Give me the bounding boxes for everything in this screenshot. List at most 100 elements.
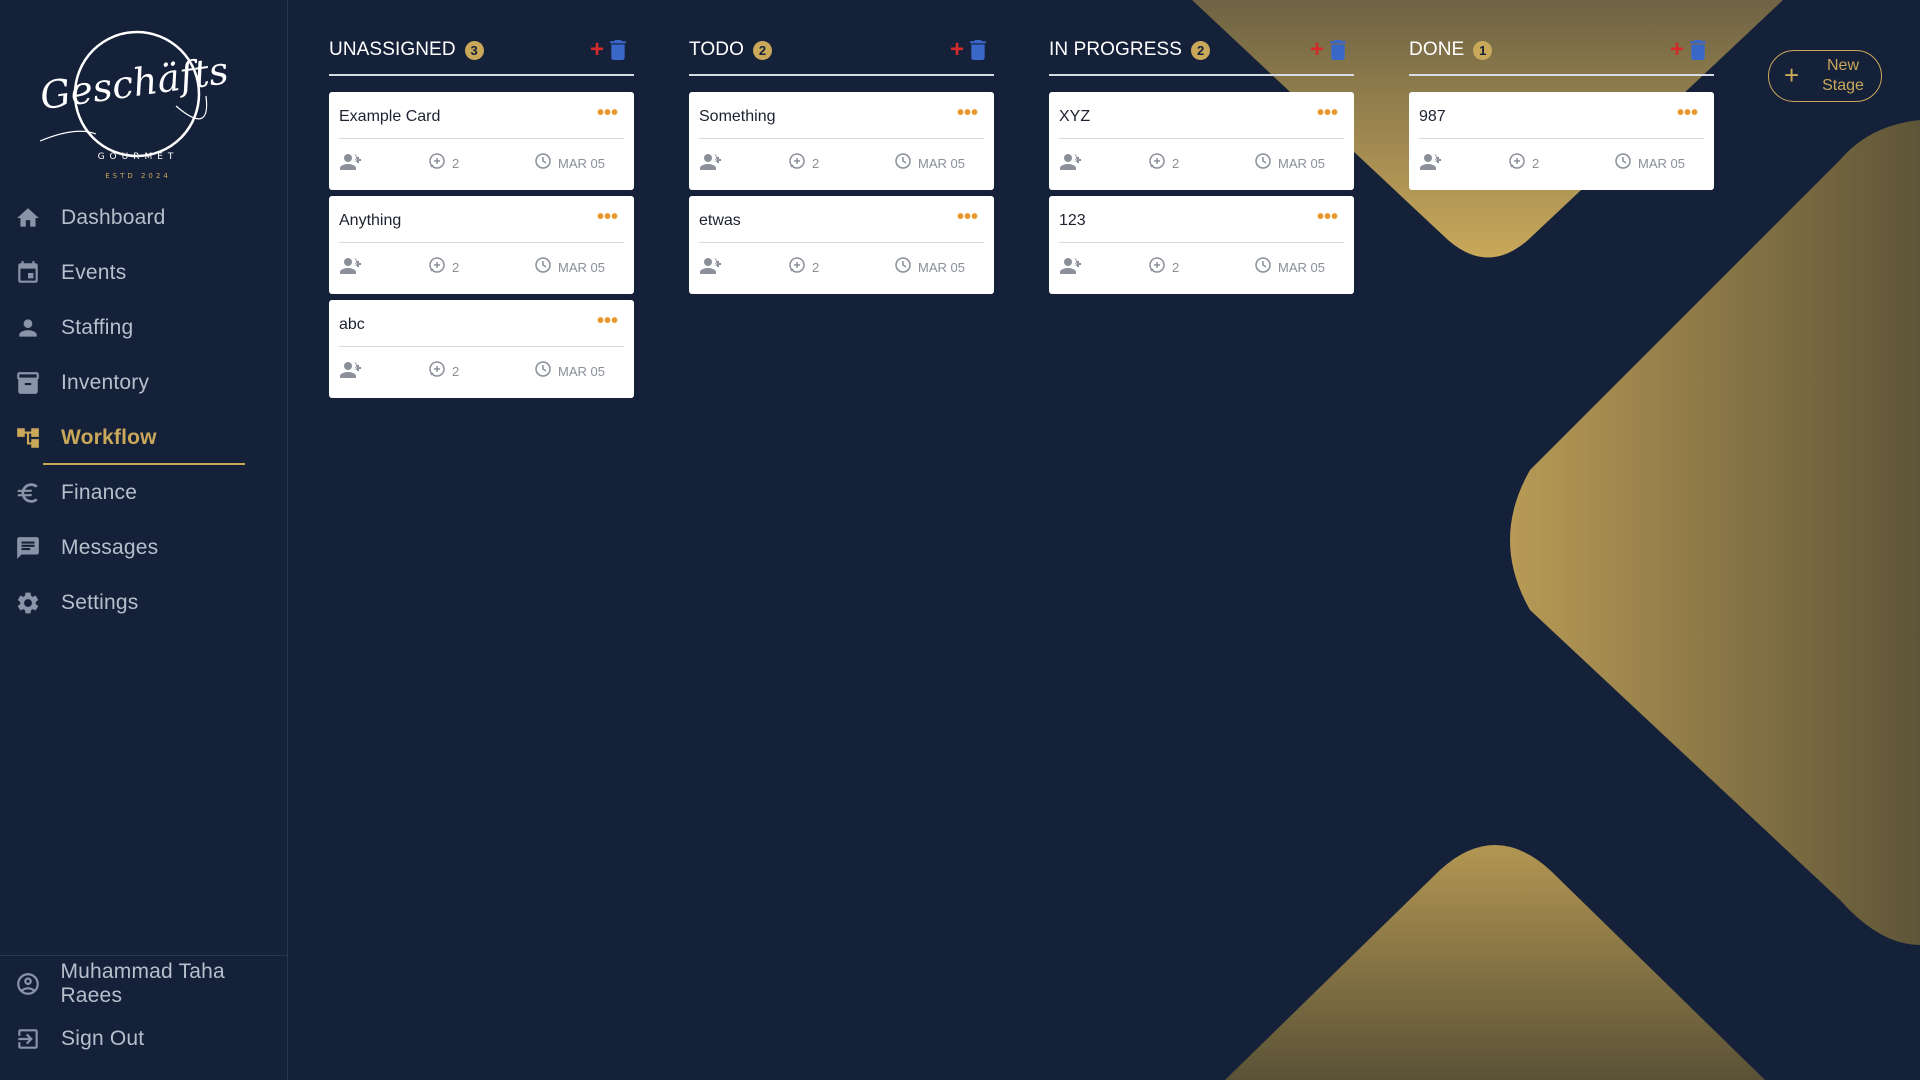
due-date-text: MAR 05 <box>558 156 605 171</box>
card-footer: 2 MAR 05 <box>339 360 624 380</box>
card-menu-button[interactable]: ••• <box>1677 103 1698 123</box>
comments-indicator[interactable]: 2 <box>788 256 819 279</box>
add-card-button[interactable]: + <box>1310 38 1324 62</box>
delete-column-button[interactable] <box>1330 40 1346 60</box>
sign-out-icon <box>14 1025 42 1053</box>
nav-item-messages[interactable]: Messages <box>0 520 288 575</box>
comments-indicator[interactable]: 2 <box>1148 256 1179 279</box>
card-menu-button[interactable]: ••• <box>957 207 978 227</box>
delete-column-button[interactable] <box>610 40 626 60</box>
card-title: Example Card <box>339 108 441 125</box>
nav-item-finance[interactable]: Finance <box>0 465 288 520</box>
clock-icon <box>534 256 552 279</box>
due-date-text: MAR 05 <box>1278 260 1325 275</box>
message-icon <box>14 534 42 562</box>
due-date[interactable]: MAR 05 <box>1254 152 1325 175</box>
card-menu-button[interactable]: ••• <box>1317 207 1338 227</box>
card-divider <box>699 138 984 139</box>
add-members-icon[interactable] <box>339 360 363 385</box>
add-members-icon[interactable] <box>699 256 723 281</box>
nav-label: Settings <box>61 590 139 614</box>
task-card[interactable]: 123 ••• 2 MAR 05 <box>1049 196 1354 294</box>
delete-column-button[interactable] <box>970 40 986 60</box>
comment-icon <box>1508 152 1526 175</box>
card-title: XYZ <box>1059 108 1091 125</box>
nav-item-dashboard[interactable]: Dashboard <box>0 190 288 245</box>
comments-indicator[interactable]: 2 <box>1508 152 1539 175</box>
comment-icon <box>788 256 806 279</box>
sidebar: Geschäfts GOURMET ESTD 2024 Dashboard Ev… <box>0 0 288 1080</box>
card-count-badge: 2 <box>1191 41 1211 60</box>
comment-icon <box>428 256 446 279</box>
task-card[interactable]: abc ••• 2 MAR 05 <box>329 300 634 398</box>
sign-out-button[interactable]: Sign Out <box>0 1011 288 1066</box>
card-menu-button[interactable]: ••• <box>597 103 618 123</box>
comments-indicator[interactable]: 2 <box>428 152 459 175</box>
column-header: TODO 2 + <box>689 36 994 76</box>
due-date[interactable]: MAR 05 <box>1614 152 1685 175</box>
column-actions: + <box>1310 38 1346 62</box>
column-header: IN PROGRESS 2 + <box>1049 36 1354 76</box>
delete-column-button[interactable] <box>1690 40 1706 60</box>
comment-count: 2 <box>812 260 820 275</box>
add-members-icon[interactable] <box>1059 152 1083 177</box>
nav-item-settings[interactable]: Settings <box>0 575 288 630</box>
due-date[interactable]: MAR 05 <box>894 152 965 175</box>
add-members-icon[interactable] <box>699 152 723 177</box>
nav-label: Workflow <box>61 425 157 449</box>
card-menu-button[interactable]: ••• <box>597 311 618 331</box>
add-members-icon[interactable] <box>339 256 363 281</box>
task-card[interactable]: etwas ••• 2 MAR 05 <box>689 196 994 294</box>
comments-indicator[interactable]: 2 <box>428 256 459 279</box>
add-members-icon[interactable] <box>1419 152 1443 177</box>
task-card[interactable]: Something ••• 2 MAR 05 <box>689 92 994 190</box>
comment-count: 2 <box>452 156 460 171</box>
add-card-button[interactable]: + <box>1670 38 1684 62</box>
add-members-icon[interactable] <box>339 152 363 177</box>
person-icon <box>14 314 42 342</box>
new-stage-label: New Stage <box>1822 57 1864 94</box>
nav-label: Inventory <box>61 370 150 394</box>
due-date[interactable]: MAR 05 <box>1254 256 1325 279</box>
card-title: Something <box>699 108 776 125</box>
comments-indicator[interactable]: 2 <box>428 360 459 383</box>
main-nav: Dashboard Events Staffing Inventory Work… <box>0 190 288 630</box>
clock-icon <box>534 152 552 175</box>
new-stage-button[interactable]: + New Stage <box>1768 50 1882 102</box>
card-menu-button[interactable]: ••• <box>597 207 618 227</box>
nav-item-events[interactable]: Events <box>0 245 288 300</box>
column-header: DONE 1 + <box>1409 36 1714 76</box>
due-date[interactable]: MAR 05 <box>534 256 605 279</box>
task-card[interactable]: 987 ••• 2 MAR 05 <box>1409 92 1714 190</box>
comment-count: 2 <box>812 156 820 171</box>
nav-item-staffing[interactable]: Staffing <box>0 300 288 355</box>
workflow-icon <box>14 424 42 452</box>
due-date[interactable]: MAR 05 <box>894 256 965 279</box>
task-card[interactable]: XYZ ••• 2 MAR 05 <box>1049 92 1354 190</box>
card-footer: 2 MAR 05 <box>339 152 624 172</box>
card-menu-button[interactable]: ••• <box>1317 103 1338 123</box>
comments-indicator[interactable]: 2 <box>1148 152 1179 175</box>
nav-item-workflow[interactable]: Workflow <box>0 410 288 465</box>
nav-label: Staffing <box>61 315 134 339</box>
due-date[interactable]: MAR 05 <box>534 360 605 383</box>
card-title: abc <box>339 316 365 333</box>
card-menu-button[interactable]: ••• <box>957 103 978 123</box>
comments-indicator[interactable]: 2 <box>788 152 819 175</box>
task-card[interactable]: Anything ••• 2 MAR 05 <box>329 196 634 294</box>
card-title: 987 <box>1419 108 1446 125</box>
plus-icon: + <box>1784 60 1800 90</box>
card-title: 123 <box>1059 212 1086 229</box>
add-members-icon[interactable] <box>1059 256 1083 281</box>
comment-icon <box>428 152 446 175</box>
card-divider <box>339 138 624 139</box>
task-card[interactable]: Example Card ••• 2 MAR 05 <box>329 92 634 190</box>
add-card-button[interactable]: + <box>590 38 604 62</box>
home-icon <box>14 204 42 232</box>
due-date-text: MAR 05 <box>918 156 965 171</box>
card-footer: 2 MAR 05 <box>699 256 984 276</box>
nav-item-inventory[interactable]: Inventory <box>0 355 288 410</box>
add-card-button[interactable]: + <box>950 38 964 62</box>
due-date[interactable]: MAR 05 <box>534 152 605 175</box>
user-profile[interactable]: Muhammad Taha Raees <box>0 956 288 1011</box>
